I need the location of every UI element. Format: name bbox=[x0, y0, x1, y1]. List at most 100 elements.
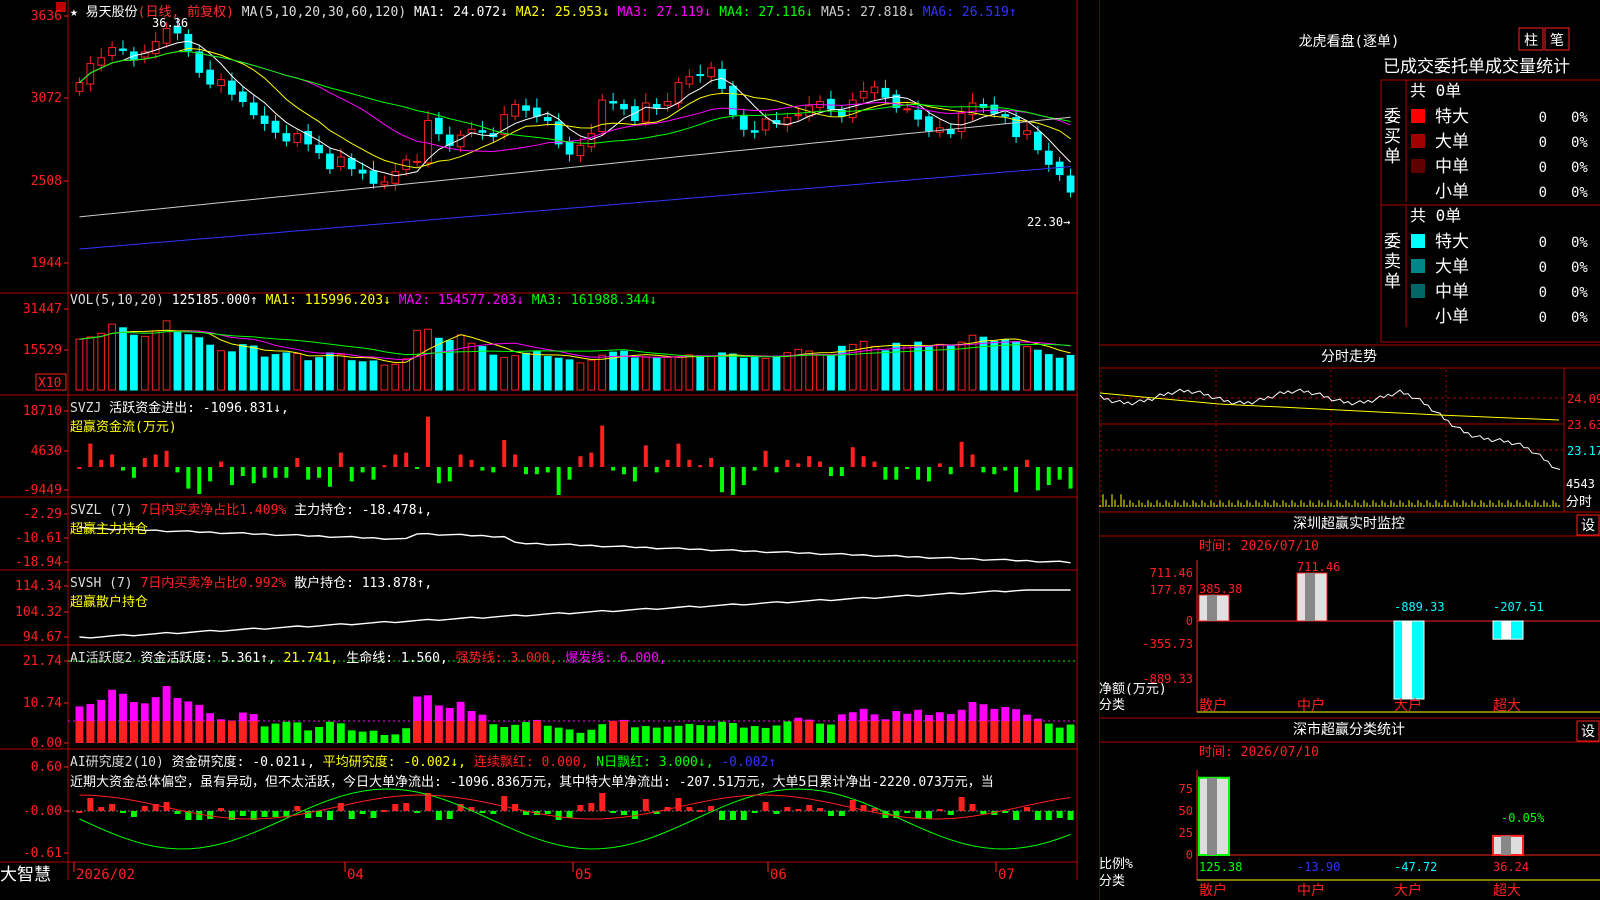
research-bar bbox=[784, 807, 791, 811]
flow-bar bbox=[774, 467, 779, 473]
ai2-values: 资金研究度: -0.021↓, 平均研究度: -0.002↓, 连续飘红: 0.… bbox=[172, 755, 777, 770]
flow-bar bbox=[469, 459, 474, 467]
candle-body bbox=[380, 181, 389, 186]
mon-btn: 设 bbox=[1581, 518, 1595, 534]
candle-body bbox=[990, 104, 999, 114]
activity-base bbox=[206, 721, 215, 743]
activity-base bbox=[478, 721, 487, 743]
vol-unit: X10 bbox=[38, 376, 61, 391]
research-bar bbox=[261, 811, 268, 817]
candle-body bbox=[914, 109, 922, 120]
candle-body bbox=[620, 103, 628, 110]
activity-bar bbox=[489, 724, 498, 743]
research-bar bbox=[337, 803, 344, 811]
stock-name[interactable]: ★ 易天股份 bbox=[70, 5, 138, 20]
y-tick-label: -9449 bbox=[23, 483, 62, 498]
activity-base bbox=[925, 721, 933, 743]
ai2-label: AI研究度2(10) bbox=[70, 755, 164, 770]
mon-y-title: 净额(万元) bbox=[1099, 682, 1167, 697]
flow-bar bbox=[861, 456, 866, 467]
research-bar bbox=[675, 798, 682, 811]
cl-y-label: 25 bbox=[1179, 826, 1193, 840]
research-bar bbox=[566, 811, 573, 818]
activity-bar bbox=[707, 725, 716, 743]
svzl-title-bar: SVZL (7) 7日内买卖净占比1.409% 主力持仓: -18.478↓, … bbox=[70, 499, 432, 537]
flow-bar bbox=[349, 467, 354, 482]
candle-body bbox=[217, 79, 225, 86]
activity-bar bbox=[587, 729, 596, 743]
research-bar bbox=[294, 806, 301, 811]
activity-base bbox=[467, 721, 476, 743]
flow-bar bbox=[1014, 467, 1019, 493]
flow-bar bbox=[992, 467, 997, 475]
flow-bar bbox=[807, 456, 812, 467]
sell-swatch bbox=[1411, 234, 1425, 248]
candle-body bbox=[228, 80, 236, 95]
volume-bar bbox=[718, 352, 726, 391]
volume-bar bbox=[413, 329, 421, 391]
buy-row-value: 0 bbox=[1539, 135, 1547, 151]
brand-label: 大智慧 bbox=[0, 865, 51, 885]
y-tick-label: 1944 bbox=[31, 256, 62, 271]
candle-body bbox=[576, 144, 585, 157]
flow-bar bbox=[741, 467, 746, 485]
candle-body bbox=[119, 48, 127, 51]
candle-body bbox=[478, 130, 487, 133]
volume-bar bbox=[783, 352, 792, 391]
ts-y-label: 24.09 bbox=[1567, 392, 1600, 406]
candle-body bbox=[326, 153, 334, 170]
activity-bar bbox=[304, 730, 313, 743]
volume-bar bbox=[750, 356, 759, 391]
research-bar bbox=[773, 811, 780, 814]
activity-base bbox=[609, 721, 618, 743]
vol-items-0: MA1: 115996.203↓ bbox=[265, 293, 399, 308]
mon-value-label: -889.33 bbox=[1394, 600, 1445, 614]
research-bar bbox=[762, 802, 769, 811]
flow-bar bbox=[970, 454, 975, 467]
volume-bar bbox=[238, 344, 247, 391]
volume-bar bbox=[456, 334, 465, 391]
volume-bar bbox=[445, 340, 454, 391]
research-bar bbox=[610, 811, 617, 813]
flow-bar bbox=[382, 465, 387, 468]
research-bar bbox=[316, 811, 323, 817]
candle-body bbox=[663, 101, 672, 106]
buy-swatch bbox=[1411, 109, 1425, 123]
candle-body bbox=[1066, 175, 1075, 193]
ts-y-label: 23.17 bbox=[1567, 444, 1600, 458]
buy-row-value: 0 bbox=[1539, 185, 1547, 201]
flow-bar bbox=[828, 467, 833, 476]
volume-bar bbox=[707, 356, 716, 391]
y-tick-label: 18710 bbox=[23, 404, 62, 419]
activity-base bbox=[445, 721, 454, 743]
volume-bar bbox=[402, 358, 411, 391]
vol-items-1: MA2: 154577.203↓ bbox=[398, 293, 532, 308]
flow-bar bbox=[523, 467, 528, 475]
flow-bar bbox=[295, 458, 300, 467]
research-bar bbox=[348, 811, 355, 819]
activity-bar bbox=[522, 722, 530, 743]
volume-bar bbox=[434, 337, 443, 391]
mon-value-label: 711.46 bbox=[1297, 560, 1340, 574]
cl-value-label: 125.38 bbox=[1199, 860, 1242, 874]
candle-body bbox=[641, 102, 650, 123]
candle-body bbox=[674, 82, 683, 104]
flow-bar bbox=[709, 458, 714, 467]
research-bar bbox=[621, 811, 628, 815]
activity-bar bbox=[358, 731, 367, 743]
y-tick-label: 2508 bbox=[31, 174, 62, 189]
candle-body bbox=[903, 108, 912, 111]
right-panel: 龙虎看盘(逐单) 柱笔已成交委托单成交量统计委买单共 0单特大 0 0%大单 0 0%中单… bbox=[1099, 0, 1600, 900]
ai2-items-1: 平均研究度: -0.002↓, bbox=[322, 755, 474, 770]
y-tick-label: 0.00 bbox=[31, 736, 62, 751]
y-tick-label: 31447 bbox=[23, 302, 62, 317]
svzl-title: 主力持仓: -18.478↓, bbox=[294, 503, 433, 518]
flow-bar bbox=[77, 467, 82, 469]
research-bar bbox=[708, 806, 715, 811]
candle-body bbox=[565, 141, 574, 155]
buy-row-name: 小单 bbox=[1435, 182, 1469, 202]
activity-base bbox=[97, 721, 106, 743]
adjust-mode[interactable]: (日线, 前复权) bbox=[138, 5, 234, 20]
svzl-sub: 超赢主力持仓 bbox=[70, 522, 149, 537]
flow-bar bbox=[88, 443, 93, 467]
